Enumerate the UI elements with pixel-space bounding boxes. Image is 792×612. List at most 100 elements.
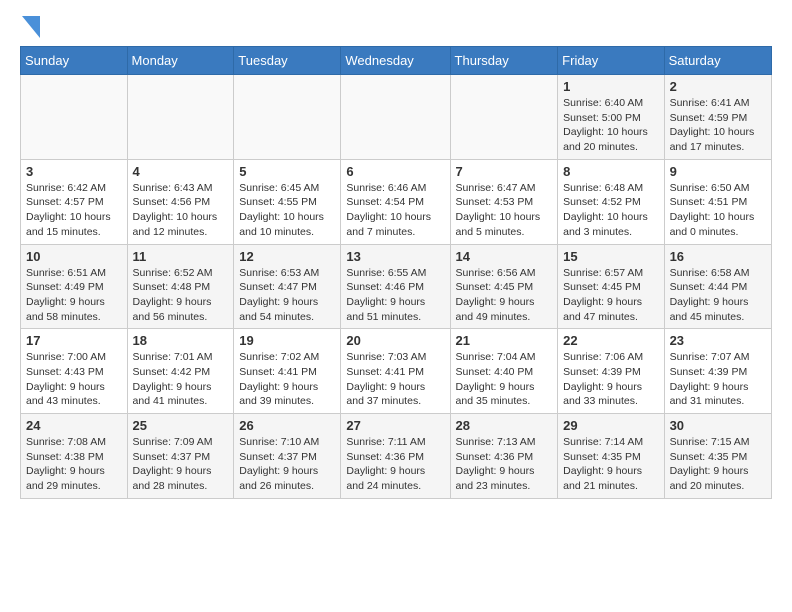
calendar-cell: 27 Sunrise: 7:11 AM Sunset: 4:36 PM Dayli… [341,414,450,499]
day-number: 17 [26,333,122,348]
day-number: 20 [346,333,444,348]
calendar-cell: 19Sunrise: 7:02 AM Sunset: 4:41 PM Dayli… [234,329,341,414]
calendar-header: SundayMondayTuesdayWednesdayThursdayFrid… [21,47,772,75]
day-number: 21 [456,333,553,348]
calendar-cell: 21 Sunrise: 7:04 AM Sunset: 4:40 PM Dayli… [450,329,558,414]
day-number: 12 [239,249,335,264]
weekday-header: Thursday [450,47,558,75]
calendar-cell: 10Sunrise: 6:51 AM Sunset: 4:49 PM Dayli… [21,244,128,329]
calendar-cell: 7Sunrise: 6:47 AM Sunset: 4:53 PM Daylig… [450,159,558,244]
page-header [20,16,772,34]
day-info: Sunrise: 6:45 AM Sunset: 4:55 PM Dayligh… [239,181,335,240]
calendar-table: SundayMondayTuesdayWednesdayThursdayFrid… [20,46,772,499]
calendar-week-row: 17Sunrise: 7:00 AM Sunset: 4:43 PM Dayli… [21,329,772,414]
calendar-cell: 20 Sunrise: 7:03 AM Sunset: 4:41 PM Dayli… [341,329,450,414]
day-info: Sunrise: 6:55 AM Sunset: 4:46 PM Dayligh… [346,266,444,325]
day-info: Sunrise: 7:14 AM Sunset: 4:35 PM Dayligh… [563,435,658,494]
day-number: 15 [563,249,658,264]
day-number: 11 [133,249,229,264]
day-info: Sunrise: 7:07 AM Sunset: 4:39 PM Dayligh… [670,350,766,409]
calendar-cell: 6Sunrise: 6:46 AM Sunset: 4:54 PM Daylig… [341,159,450,244]
day-info: Sunrise: 6:48 AM Sunset: 4:52 PM Dayligh… [563,181,658,240]
day-number: 26 [239,418,335,433]
calendar-week-row: 1 Sunrise: 6:40 AM Sunset: 5:00 PM Daylig… [21,75,772,160]
day-number: 9 [670,164,766,179]
calendar-cell [234,75,341,160]
day-info: Sunrise: 7:03 AM Sunset: 4:41 PM Dayligh… [346,350,444,409]
day-number: 25 [133,418,229,433]
calendar-cell: 16Sunrise: 6:58 AM Sunset: 4:44 PM Dayli… [664,244,771,329]
calendar-cell: 2 Sunrise: 6:41 AM Sunset: 4:59 PM Daylig… [664,75,771,160]
day-number: 8 [563,164,658,179]
calendar-cell: 25 Sunrise: 7:09 AM Sunset: 4:37 PM Dayli… [127,414,234,499]
day-info: Sunrise: 7:01 AM Sunset: 4:42 PM Dayligh… [133,350,229,409]
day-number: 16 [670,249,766,264]
day-info: Sunrise: 6:50 AM Sunset: 4:51 PM Dayligh… [670,181,766,240]
calendar-cell: 4Sunrise: 6:43 AM Sunset: 4:56 PM Daylig… [127,159,234,244]
day-info: Sunrise: 6:40 AM Sunset: 5:00 PM Dayligh… [563,96,658,155]
day-info: Sunrise: 6:56 AM Sunset: 4:45 PM Dayligh… [456,266,553,325]
day-info: Sunrise: 7:13 AM Sunset: 4:36 PM Dayligh… [456,435,553,494]
day-info: Sunrise: 7:04 AM Sunset: 4:40 PM Dayligh… [456,350,553,409]
day-info: Sunrise: 6:52 AM Sunset: 4:48 PM Dayligh… [133,266,229,325]
calendar-cell [21,75,128,160]
calendar-cell [450,75,558,160]
day-info: Sunrise: 7:08 AM Sunset: 4:38 PM Dayligh… [26,435,122,494]
day-number: 5 [239,164,335,179]
day-number: 29 [563,418,658,433]
calendar-cell: 18 Sunrise: 7:01 AM Sunset: 4:42 PM Dayli… [127,329,234,414]
logo-triangle-icon [22,16,40,38]
weekday-header: Tuesday [234,47,341,75]
day-number: 27 [346,418,444,433]
day-number: 22 [563,333,658,348]
day-number: 28 [456,418,553,433]
day-info: Sunrise: 6:41 AM Sunset: 4:59 PM Dayligh… [670,96,766,155]
weekday-header: Sunday [21,47,128,75]
calendar-week-row: 10Sunrise: 6:51 AM Sunset: 4:49 PM Dayli… [21,244,772,329]
day-info: Sunrise: 7:09 AM Sunset: 4:37 PM Dayligh… [133,435,229,494]
calendar-cell: 23 Sunrise: 7:07 AM Sunset: 4:39 PM Dayli… [664,329,771,414]
day-info: Sunrise: 6:42 AM Sunset: 4:57 PM Dayligh… [26,181,122,240]
day-number: 30 [670,418,766,433]
day-number: 13 [346,249,444,264]
weekday-header: Friday [558,47,664,75]
calendar-cell: 17Sunrise: 7:00 AM Sunset: 4:43 PM Dayli… [21,329,128,414]
calendar-cell: 30 Sunrise: 7:15 AM Sunset: 4:35 PM Dayli… [664,414,771,499]
calendar-cell: 26Sunrise: 7:10 AM Sunset: 4:37 PM Dayli… [234,414,341,499]
calendar-cell: 14 Sunrise: 6:56 AM Sunset: 4:45 PM Dayli… [450,244,558,329]
day-info: Sunrise: 6:43 AM Sunset: 4:56 PM Dayligh… [133,181,229,240]
weekday-header: Wednesday [341,47,450,75]
calendar-cell: 5 Sunrise: 6:45 AM Sunset: 4:55 PM Daylig… [234,159,341,244]
calendar-cell: 12Sunrise: 6:53 AM Sunset: 4:47 PM Dayli… [234,244,341,329]
day-number: 24 [26,418,122,433]
day-number: 14 [456,249,553,264]
calendar-cell: 24 Sunrise: 7:08 AM Sunset: 4:38 PM Dayli… [21,414,128,499]
day-number: 23 [670,333,766,348]
calendar-cell [127,75,234,160]
day-number: 6 [346,164,444,179]
calendar-cell: 22 Sunrise: 7:06 AM Sunset: 4:39 PM Dayli… [558,329,664,414]
day-number: 1 [563,79,658,94]
day-number: 3 [26,164,122,179]
weekday-header: Monday [127,47,234,75]
calendar-cell: 3 Sunrise: 6:42 AM Sunset: 4:57 PM Daylig… [21,159,128,244]
calendar-cell: 9 Sunrise: 6:50 AM Sunset: 4:51 PM Daylig… [664,159,771,244]
calendar-cell: 28 Sunrise: 7:13 AM Sunset: 4:36 PM Dayli… [450,414,558,499]
calendar-cell: 13 Sunrise: 6:55 AM Sunset: 4:46 PM Dayli… [341,244,450,329]
day-info: Sunrise: 7:06 AM Sunset: 4:39 PM Dayligh… [563,350,658,409]
calendar-cell: 29 Sunrise: 7:14 AM Sunset: 4:35 PM Dayli… [558,414,664,499]
calendar-cell: 15 Sunrise: 6:57 AM Sunset: 4:45 PM Dayli… [558,244,664,329]
day-info: Sunrise: 7:11 AM Sunset: 4:36 PM Dayligh… [346,435,444,494]
calendar-cell: 1 Sunrise: 6:40 AM Sunset: 5:00 PM Daylig… [558,75,664,160]
day-info: Sunrise: 6:57 AM Sunset: 4:45 PM Dayligh… [563,266,658,325]
calendar-cell: 8 Sunrise: 6:48 AM Sunset: 4:52 PM Daylig… [558,159,664,244]
day-number: 2 [670,79,766,94]
day-number: 18 [133,333,229,348]
calendar-cell [341,75,450,160]
day-number: 19 [239,333,335,348]
day-number: 10 [26,249,122,264]
calendar-week-row: 24 Sunrise: 7:08 AM Sunset: 4:38 PM Dayli… [21,414,772,499]
day-info: Sunrise: 7:15 AM Sunset: 4:35 PM Dayligh… [670,435,766,494]
day-number: 7 [456,164,553,179]
logo [20,16,40,34]
